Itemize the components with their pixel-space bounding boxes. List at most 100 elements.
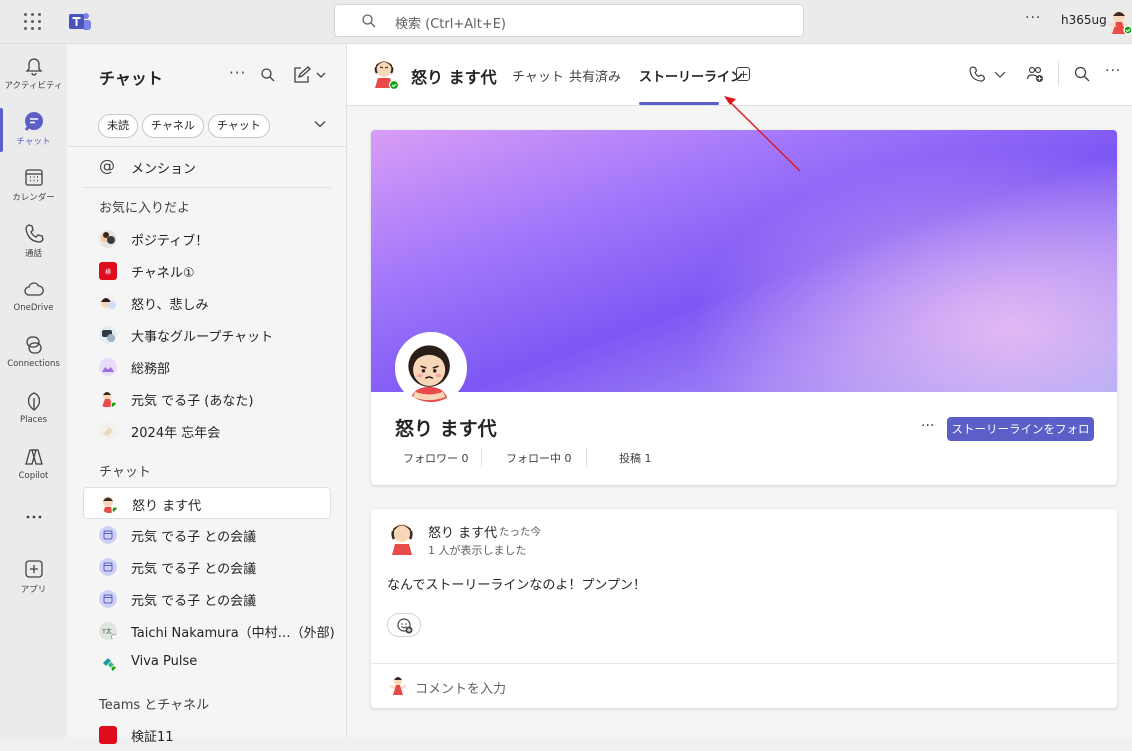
post-timestamp: たった今 <box>499 526 541 538</box>
search-input[interactable]: 検索 (Ctrl+Alt+E) <box>334 4 804 37</box>
chat-item[interactable]: Viva Pulse <box>83 647 331 679</box>
post-views[interactable]: 1 人が表示しました <box>428 542 527 558</box>
copilot-icon <box>24 449 43 465</box>
avatar <box>99 326 117 344</box>
rail-connections[interactable]: Connections <box>0 334 67 390</box>
chat-list-panel: チャット ··· 未読 チャネル チャット @ メンション お気に入りだよ ポジ… <box>67 44 347 745</box>
follow-storyline-button[interactable]: ストーリーラインをフォローする <box>947 417 1094 460</box>
teams-header[interactable]: Teams とチャネル <box>99 694 209 713</box>
rail-activity[interactable]: アクティビティ <box>0 54 67 110</box>
chats-header[interactable]: チャット <box>99 461 151 480</box>
new-chat-icon[interactable] <box>292 66 328 84</box>
rail-copilot[interactable]: Copilot <box>0 446 67 502</box>
chat-item[interactable]: 元気 でる子 との会議 <box>83 551 331 583</box>
more-options-icon[interactable]: ··· <box>1025 10 1041 26</box>
more-options-icon[interactable]: ··· <box>921 418 934 434</box>
favorite-item[interactable]: 元気 でる子 (あなた) <box>83 383 331 415</box>
group-avatar <box>99 358 117 376</box>
emoji-add-icon <box>397 618 413 634</box>
calendar-icon <box>24 169 43 186</box>
avatar <box>103 497 118 513</box>
favorites-header[interactable]: お気に入りだよ <box>99 197 190 216</box>
panel-more-icon[interactable]: ··· <box>229 64 246 82</box>
chat-item[interactable]: T太 Taichi Nakamura（中村…（外部) <box>83 615 335 647</box>
svg-text:T太: T太 <box>101 628 112 636</box>
divider <box>67 146 346 147</box>
avatar[interactable] <box>371 58 399 90</box>
rail-calls[interactable]: 通話 <box>0 222 67 278</box>
add-people-icon[interactable] <box>1026 65 1044 83</box>
divider <box>83 187 331 188</box>
panel-title: チャット <box>99 69 163 88</box>
panel-search-icon[interactable] <box>260 67 276 83</box>
comment-input[interactable]: コメントを入力 <box>415 678 506 697</box>
channel-avatar: 検 <box>99 262 117 280</box>
meeting-icon <box>99 558 117 576</box>
tab-storyline[interactable]: ストーリーライン <box>639 66 743 85</box>
favorite-item[interactable]: 2024年 忘年会 <box>83 415 331 447</box>
favorite-item[interactable]: 怒り、悲しみ <box>83 287 331 319</box>
followers-count[interactable]: フォロワー 0 <box>403 450 481 467</box>
add-reaction-button[interactable] <box>387 613 421 637</box>
chat-item[interactable]: 元気 でる子 との会議 <box>83 583 331 615</box>
chat-item[interactable]: 元気 でる子 との会議 <box>83 519 331 551</box>
places-icon <box>27 392 40 411</box>
chevron-down-icon[interactable] <box>993 65 1007 83</box>
tab-shared[interactable]: 共有済み <box>569 66 621 85</box>
title-bar: 検索 (Ctrl+Alt+E) ··· h365ug <box>0 0 1132 44</box>
filter-unread[interactable]: 未読 <box>98 114 138 138</box>
avatar[interactable] <box>389 521 417 555</box>
chat-item-selected[interactable]: 怒り ます代 <box>83 487 331 519</box>
cloud-icon <box>23 282 44 296</box>
storyline-stats: フォロワー 0 フォロー中 0 投稿 1 <box>403 447 652 467</box>
cover-banner <box>371 130 1117 392</box>
phone-icon[interactable] <box>968 65 986 83</box>
team-item[interactable]: 検証11 <box>83 719 331 751</box>
meeting-icon <box>99 526 117 544</box>
more-options-icon[interactable]: ··· <box>1105 63 1121 79</box>
favorite-item[interactable]: ポジティブ！ <box>83 223 331 255</box>
profile-avatar <box>395 332 467 404</box>
storyline-name: 怒り ます代 <box>395 418 497 440</box>
svg-text:検: 検 <box>105 268 111 276</box>
connections-icon <box>25 336 42 354</box>
mention-item[interactable]: @ メンション <box>83 151 331 183</box>
bell-icon <box>24 58 43 76</box>
chat-icon <box>24 112 43 131</box>
posts-count: 投稿 1 <box>619 452 652 465</box>
following-count[interactable]: フォロー中 0 <box>482 450 586 467</box>
app-rail: アクティビティ チャット カレンダー 通話 OneDrive Connectio… <box>0 44 67 737</box>
meeting-icon <box>99 590 117 608</box>
search-icon[interactable] <box>1073 65 1091 83</box>
add-app-icon <box>24 560 43 578</box>
tab-chat[interactable]: チャット <box>512 66 564 85</box>
filter-chats[interactable]: チャット <box>207 114 270 138</box>
rail-apps[interactable]: アプリ <box>0 558 67 614</box>
filter-chips: 未読 チャネル チャット <box>98 114 270 138</box>
rail-calendar[interactable]: カレンダー <box>0 166 67 222</box>
app-launcher-icon[interactable] <box>24 13 42 31</box>
search-placeholder: 検索 (Ctrl+Alt+E) <box>395 17 507 32</box>
divider <box>371 663 1117 664</box>
chevron-down-icon[interactable] <box>314 118 326 130</box>
favorite-item[interactable]: 検 チャネル① <box>83 255 331 287</box>
main-content: 怒り ます代 チャット 共有済み ストーリーライン ··· 怒り ます代 フォロ… <box>347 44 1132 737</box>
phone-icon <box>24 224 44 243</box>
add-tab-icon[interactable] <box>736 67 750 81</box>
avatar <box>99 230 117 248</box>
username[interactable]: h365ug <box>1061 13 1107 27</box>
rail-onedrive[interactable]: OneDrive <box>0 278 67 334</box>
storyline-post: 怒り ます代 たった今 1 人が表示しました なんでストーリーラインなのよ！プン… <box>371 509 1117 708</box>
favorite-item[interactable]: 大事なグループチャット <box>83 319 331 351</box>
avatar <box>389 677 407 695</box>
rail-more-apps[interactable] <box>0 506 67 562</box>
avatar <box>102 392 117 408</box>
user-avatar[interactable] <box>1107 8 1132 36</box>
favorite-item[interactable]: 総務部 <box>83 351 331 383</box>
post-author[interactable]: 怒り ます代 <box>428 522 497 541</box>
filter-channels[interactable]: チャネル <box>142 114 204 138</box>
viva-pulse-icon <box>103 658 117 672</box>
rail-places[interactable]: Places <box>0 390 67 446</box>
team-avatar <box>99 726 117 744</box>
rail-chat[interactable]: チャット <box>0 110 67 166</box>
